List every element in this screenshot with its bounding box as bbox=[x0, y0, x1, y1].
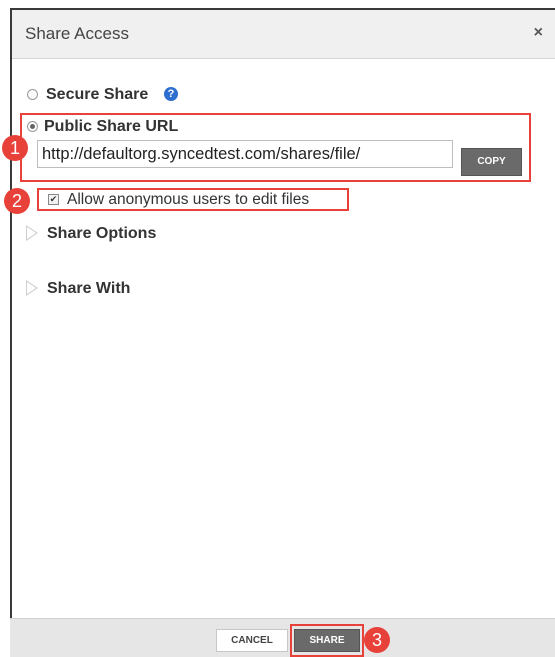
annotation-marker-3: 3 bbox=[364, 627, 390, 653]
share-options-section[interactable]: Share Options bbox=[47, 225, 156, 243]
anonymous-edit-label[interactable]: Allow anonymous users to edit files bbox=[67, 191, 309, 209]
share-with-section[interactable]: Share With bbox=[47, 280, 130, 298]
cancel-button[interactable]: CANCEL bbox=[216, 629, 288, 652]
share-access-dialog: Share Access × bbox=[10, 8, 555, 657]
dialog-titlebar: Share Access × bbox=[12, 10, 555, 59]
secure-share-radio[interactable] bbox=[27, 89, 38, 100]
annotation-marker-1: 1 bbox=[2, 135, 28, 161]
close-icon[interactable]: × bbox=[534, 24, 543, 42]
public-share-label[interactable]: Public Share URL bbox=[44, 118, 178, 136]
copy-button[interactable]: COPY bbox=[461, 148, 522, 176]
secure-share-label[interactable]: Secure Share bbox=[46, 86, 148, 104]
anonymous-edit-checkbox[interactable]: ✔ bbox=[48, 194, 59, 205]
public-share-radio[interactable] bbox=[27, 121, 38, 132]
dialog-title: Share Access bbox=[25, 24, 129, 43]
public-share-url-field[interactable] bbox=[37, 140, 453, 168]
expand-share-with-icon[interactable] bbox=[26, 280, 38, 296]
share-button[interactable]: SHARE bbox=[294, 629, 360, 652]
annotation-marker-2: 2 bbox=[4, 188, 30, 214]
expand-share-options-icon[interactable] bbox=[26, 225, 38, 241]
help-icon[interactable]: ? bbox=[164, 87, 178, 101]
